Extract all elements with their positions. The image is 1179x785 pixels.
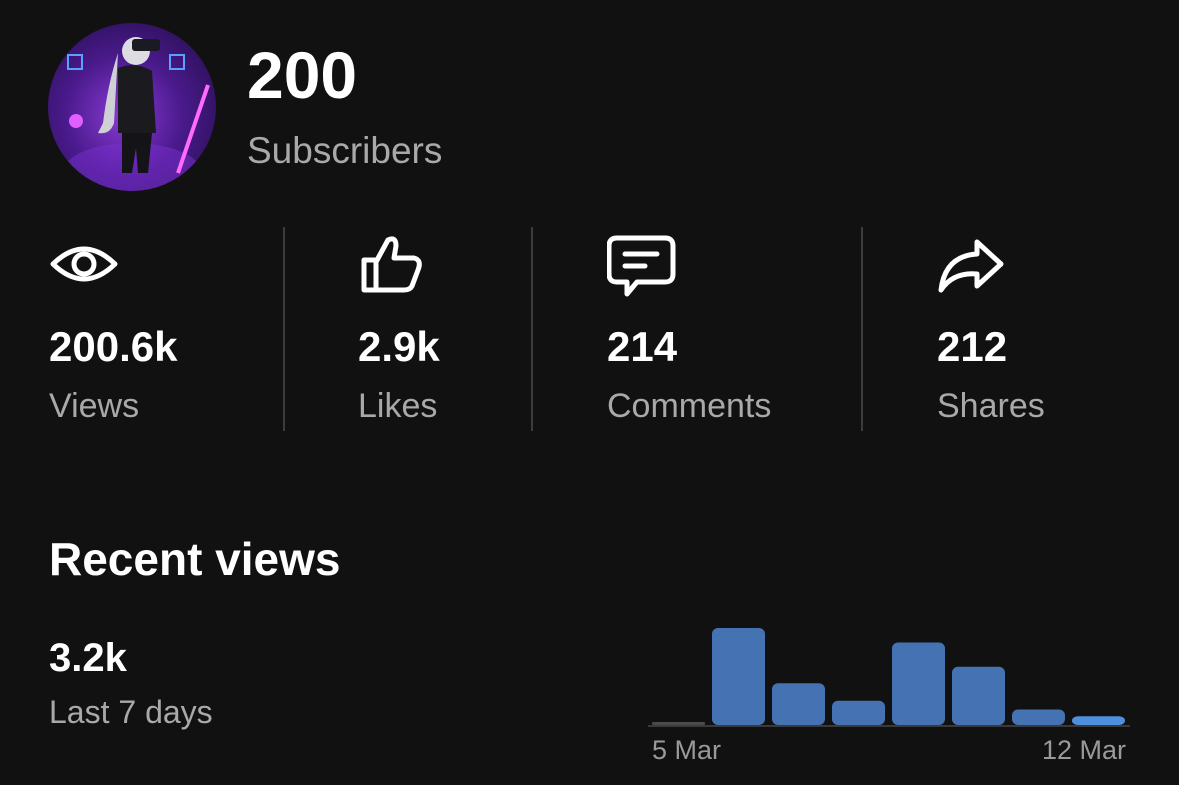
chart-bar-9-mar[interactable] [892, 642, 945, 725]
x-tick-label: 12 Mar [1042, 735, 1126, 765]
shares-value: 212 [937, 323, 1008, 370]
likes-value: 2.9k [358, 323, 440, 370]
comments-value: 214 [607, 323, 678, 370]
thumbs-up-icon [361, 236, 422, 293]
divider [283, 227, 285, 431]
recent-views-value: 3.2k [49, 636, 127, 680]
chart-bar-8-mar[interactable] [832, 700, 885, 725]
chart-bar-6-mar[interactable] [712, 628, 765, 725]
subscriber-label: Subscribers [247, 130, 443, 171]
views-label: Views [49, 387, 140, 425]
chart-bar-12-mar[interactable] [1072, 716, 1125, 725]
share-icon [938, 239, 1004, 293]
channel-avatar[interactable] [48, 23, 216, 191]
recent-views-period: Last 7 days [49, 694, 213, 730]
subscriber-count: 200 [247, 38, 358, 112]
views-value: 200.6k [49, 323, 178, 370]
comments-label: Comments [607, 387, 772, 425]
chart-bar-5-mar[interactable] [652, 722, 705, 725]
chart-bar-10-mar[interactable] [952, 666, 1005, 725]
divider [531, 227, 533, 431]
avatar-image [62, 37, 210, 191]
recent-views-chart[interactable]: 5 Mar 12 Mar [640, 610, 1140, 780]
eye-icon [50, 246, 118, 282]
comment-icon [607, 235, 676, 297]
x-tick-label: 5 Mar [652, 735, 721, 765]
chart-bar-7-mar[interactable] [772, 683, 825, 725]
recent-views-title: Recent views [49, 533, 341, 585]
likes-label: Likes [358, 387, 438, 425]
divider [861, 227, 863, 431]
shares-label: Shares [937, 387, 1045, 425]
chart-bar-11-mar[interactable] [1012, 709, 1065, 725]
